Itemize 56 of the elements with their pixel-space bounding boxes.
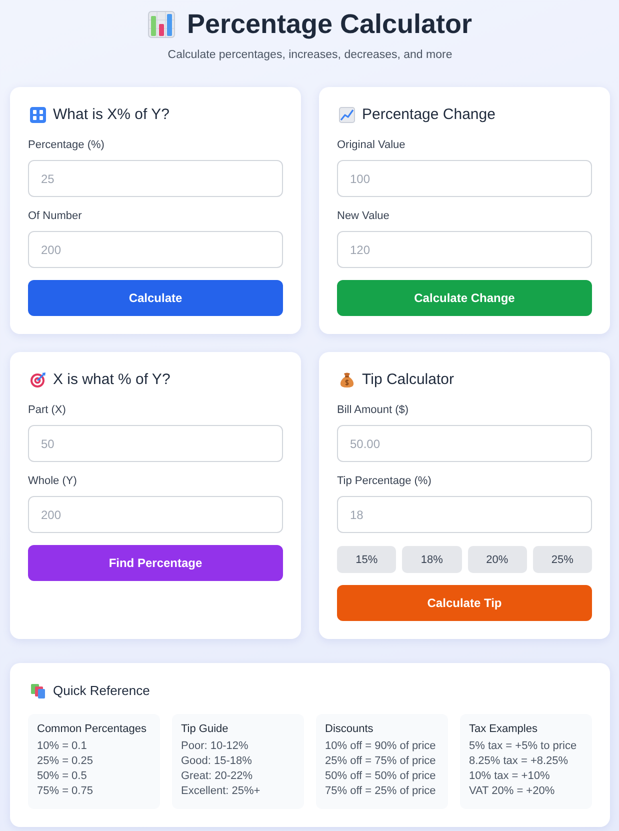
field-label: New Value	[337, 209, 390, 223]
stacked-cards-icon	[30, 683, 46, 699]
reference-line: 25% off = 75% of price	[325, 754, 436, 769]
number-input[interactable]: 25	[28, 160, 283, 197]
reference-line: 75% = 0.75	[37, 784, 93, 799]
bar-chart-icon	[148, 10, 175, 38]
preset-button[interactable]: 20%	[468, 546, 527, 573]
preset-button[interactable]: 18%	[402, 546, 462, 573]
panel-title: Common Percentages	[37, 722, 146, 737]
page-subtitle: Calculate percentages, increases, decreases, and more	[166, 48, 454, 62]
reference-line: 10% off = 90% of price	[325, 739, 436, 754]
field-label: Of Number	[28, 209, 82, 223]
card-title: Percentage Change	[362, 105, 496, 125]
page-title: Percentage Calculator	[186, 8, 472, 40]
card-title: X is what % of Y?	[53, 370, 170, 390]
panel-title: Tax Examples	[469, 722, 538, 737]
reference-line: 8.25% tax = +8.25%	[469, 754, 568, 769]
reference-line: 75% off = 25% of price	[325, 784, 436, 799]
panel-title: Discounts	[325, 722, 374, 737]
preset-button[interactable]: 25%	[532, 546, 592, 573]
calculate-button[interactable]: Find Percentage	[28, 545, 283, 581]
reference-line: Poor: 10-12%	[181, 739, 248, 754]
card-title: What is X% of Y?	[53, 105, 170, 125]
keypad-icon	[30, 107, 46, 123]
field-label: Bill Amount ($)	[337, 403, 409, 417]
reference-line: 5% tax = +5% to price	[469, 739, 577, 754]
calculate-button[interactable]: Calculate	[28, 280, 283, 316]
reference-line: 10% tax = +10%	[469, 769, 550, 784]
line-chart-icon	[339, 107, 355, 123]
number-input[interactable]: 120	[337, 231, 592, 268]
field-label: Original Value	[337, 138, 406, 152]
target-icon	[30, 372, 46, 388]
field-label: Percentage (%)	[28, 138, 104, 152]
reference-line: 50% = 0.5	[37, 769, 87, 784]
preset-button[interactable]: 15%	[337, 546, 396, 573]
card-title: Tip Calculator	[362, 370, 454, 390]
number-input[interactable]: 50.00	[337, 425, 592, 462]
calculate-button[interactable]: Calculate Tip	[337, 585, 592, 621]
field-label: Whole (Y)	[28, 474, 77, 488]
reference-line: Great: 20-22%	[181, 769, 253, 784]
field-label: Part (X)	[28, 403, 66, 417]
reference-line: Excellent: 25%+	[181, 784, 260, 799]
money-bag-icon	[339, 372, 355, 388]
reference-line: 10% = 0.1	[37, 739, 87, 754]
reference-title: Quick Reference	[53, 682, 150, 700]
number-input[interactable]: 200	[28, 496, 283, 533]
number-input[interactable]: 200	[28, 231, 283, 268]
field-label: Tip Percentage (%)	[337, 474, 432, 488]
reference-line: Good: 15-18%	[181, 754, 252, 769]
number-input[interactable]: 18	[337, 496, 592, 533]
reference-line: 25% = 0.25	[37, 754, 93, 769]
panel-title: Tip Guide	[181, 722, 228, 737]
reference-line: VAT 20% = +20%	[469, 784, 555, 799]
number-input[interactable]: 50	[28, 425, 283, 462]
number-input[interactable]: 100	[337, 160, 592, 197]
reference-line: 50% off = 50% of price	[325, 769, 436, 784]
